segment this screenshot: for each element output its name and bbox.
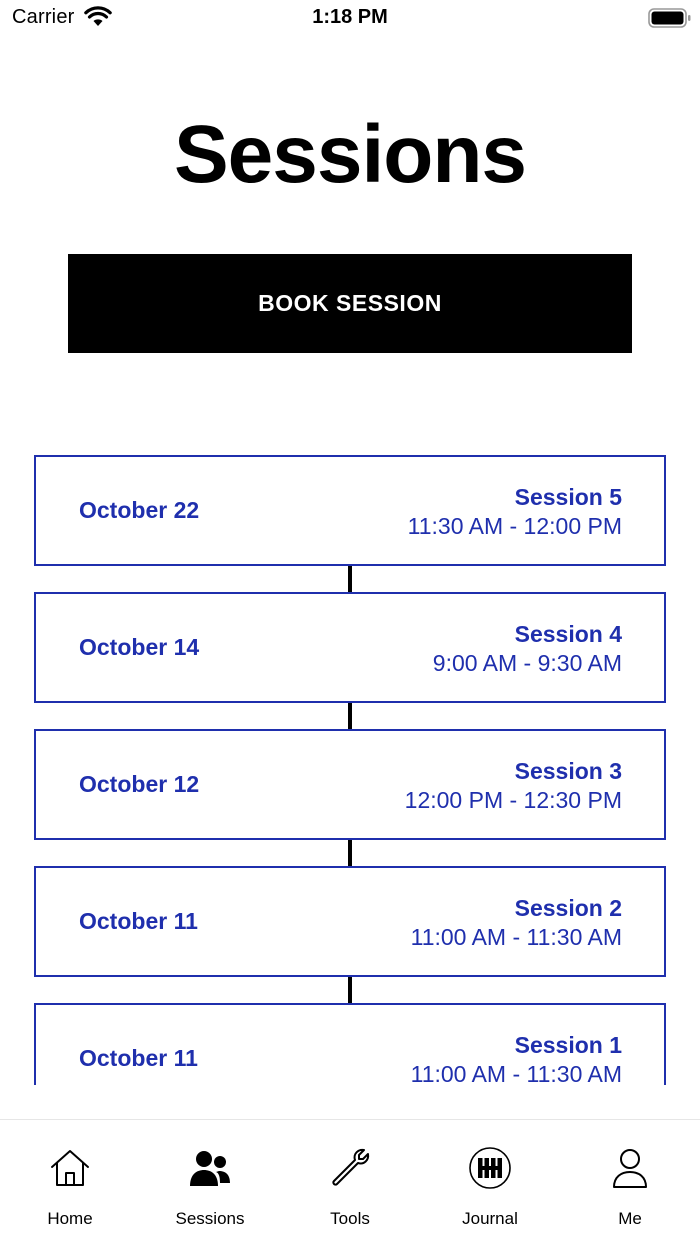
session-date: October 12 (79, 771, 200, 797)
tab-label: Me (618, 1209, 642, 1228)
session-name: Session 3 (514, 758, 622, 784)
tab-bar: Home Sessions Tools Journal Me (0, 1119, 700, 1244)
timeline-connector (348, 977, 352, 1003)
session-list[interactable]: October 22 Session 5 11:30 AM - 12:00 PM… (0, 455, 700, 1085)
tab-home[interactable]: Home (0, 1120, 140, 1244)
tab-tools[interactable]: Tools (280, 1120, 420, 1244)
session-date: October 14 (79, 634, 200, 660)
session-name: Session 5 (514, 484, 622, 510)
session-time: 11:00 AM - 11:30 AM (410, 924, 622, 950)
session-card[interactable]: October 11 Session 1 11:00 AM - 11:30 AM (34, 1003, 666, 1085)
session-details: Session 3 12:00 PM - 12:30 PM (405, 757, 622, 815)
status-bar: Carrier 1:18 PM (0, 0, 700, 36)
people-icon (190, 1151, 230, 1186)
book-session-button[interactable]: BOOK SESSION (68, 254, 632, 353)
status-time: 1:18 PM (312, 6, 388, 28)
tab-label: Home (47, 1209, 93, 1228)
session-name: Session 4 (514, 621, 622, 647)
session-details: Session 2 11:00 AM - 11:30 AM (411, 894, 622, 952)
tab-journal[interactable]: Journal (420, 1120, 560, 1244)
timeline-connector (348, 566, 352, 592)
session-time: 11:00 AM - 11:30 AM (410, 1061, 622, 1085)
session-details: Session 4 9:00 AM - 9:30 AM (433, 620, 622, 678)
session-card[interactable]: October 11 Session 2 11:00 AM - 11:30 AM (34, 866, 666, 977)
session-date: October 11 (79, 908, 198, 934)
session-name: Session 1 (514, 1032, 622, 1058)
timeline-connector (348, 840, 352, 866)
session-name: Session 2 (514, 895, 622, 921)
session-date: October 22 (79, 497, 200, 523)
session-card[interactable]: October 14 Session 4 9:00 AM - 9:30 AM (34, 592, 666, 703)
tab-me[interactable]: Me (560, 1120, 700, 1244)
tab-label: Sessions (175, 1209, 245, 1228)
session-card[interactable]: October 12 Session 3 12:00 PM - 12:30 PM (34, 729, 666, 840)
battery-icon (648, 8, 691, 28)
session-time: 11:30 AM - 12:00 PM (407, 513, 622, 539)
session-details: Session 1 11:00 AM - 11:30 AM (411, 1031, 622, 1085)
wrench-icon (332, 1148, 370, 1186)
tab-label: Journal (462, 1209, 518, 1228)
tab-label: Tools (330, 1209, 370, 1228)
session-details: Session 5 11:30 AM - 12:00 PM (408, 483, 622, 541)
session-time: 12:00 PM - 12:30 PM (404, 787, 622, 813)
timeline-connector (348, 703, 352, 729)
session-time: 9:00 AM - 9:30 AM (432, 650, 622, 676)
page-title: Sessions (173, 109, 527, 200)
person-icon (613, 1149, 647, 1188)
home-icon (51, 1150, 89, 1186)
tab-sessions[interactable]: Sessions (140, 1120, 280, 1244)
session-card[interactable]: October 22 Session 5 11:30 AM - 12:00 PM (34, 455, 666, 566)
journal-logo-icon (469, 1147, 511, 1189)
session-date: October 11 (79, 1045, 198, 1071)
